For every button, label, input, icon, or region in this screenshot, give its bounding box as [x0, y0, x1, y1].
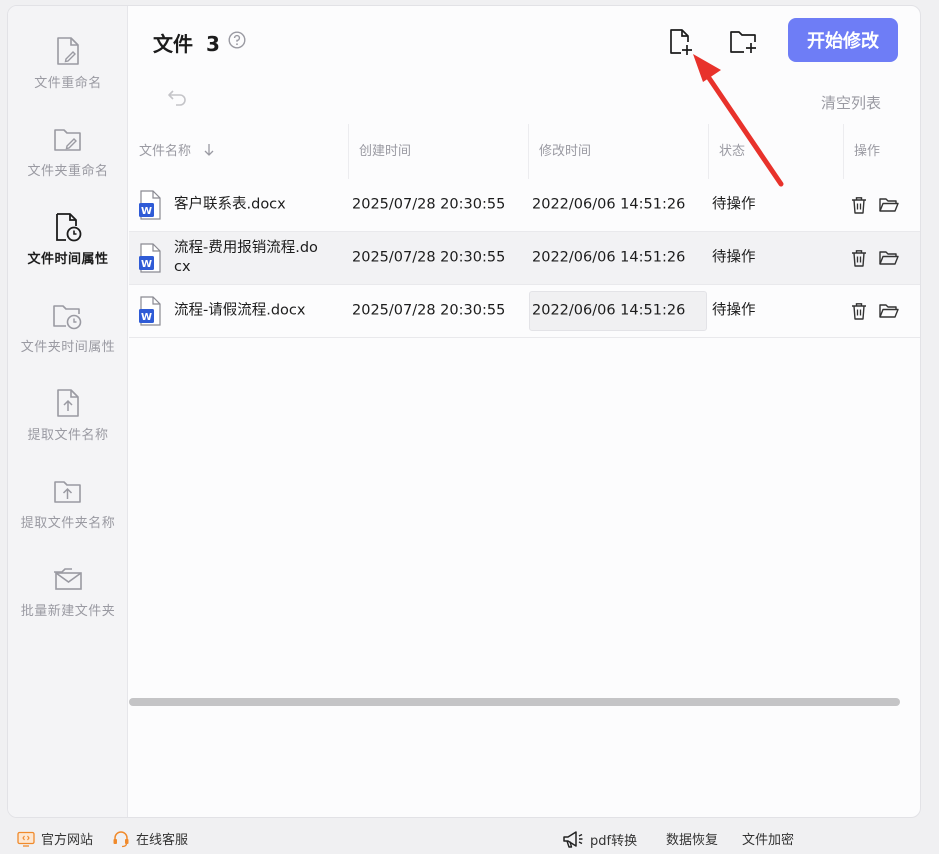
main-panel: 文件 3 开始修改 清空列表 文件名称 创建时间 修改时间 状态 操作 W 客户… — [129, 6, 920, 817]
svg-text:W: W — [141, 312, 152, 323]
start-modify-button[interactable]: 开始修改 — [788, 18, 898, 62]
column-header-status: 状态 — [719, 144, 746, 159]
official-site-label: 官方网站 — [41, 833, 94, 848]
modified-time[interactable]: 2022/06/06 14:51:26 — [532, 302, 685, 321]
file-encrypt-link[interactable]: 文件加密 — [742, 829, 794, 848]
pdf-convert-label: pdf转换 — [590, 833, 638, 849]
file-clock-icon — [56, 213, 82, 242]
title-text: 文件 — [153, 32, 193, 56]
file-name: 流程-费用报销流程.do cx — [174, 239, 344, 277]
modified-time[interactable]: 2022/06/06 14:51:26 — [532, 196, 685, 215]
sidebar-item-label: 提取文件名称 — [27, 428, 109, 443]
created-time: 2025/07/28 20:30:55 — [352, 249, 506, 266]
megaphone-icon — [563, 831, 583, 848]
sidebar-item-label: 文件夹重命名 — [27, 164, 109, 179]
column-header-name[interactable]: 文件名称 — [139, 124, 215, 179]
sidebar-item-batch-new-folder[interactable]: 批量新建文件夹 — [8, 564, 128, 644]
file-name-line-2: cx — [174, 259, 191, 275]
modified-time[interactable]: 2022/06/06 14:51:26 — [532, 249, 685, 268]
sidebar-item-extract-file-name[interactable]: 提取文件名称 — [8, 388, 128, 468]
open-folder-icon[interactable] — [879, 197, 899, 213]
sidebar-item-label: 文件时间属性 — [27, 252, 109, 267]
status-text: 待操作 — [712, 196, 756, 213]
status-text: 待操作 — [712, 302, 756, 319]
pdf-convert-link[interactable]: pdf转换 — [562, 829, 637, 849]
sidebar-item-extract-folder-name[interactable]: 提取文件夹名称 — [8, 476, 128, 556]
online-service-label: 在线客服 — [136, 833, 189, 848]
sidebar-item-file-time[interactable]: 文件时间属性 — [8, 212, 128, 292]
sidebar-item-label: 文件重命名 — [34, 76, 102, 91]
monitor-icon — [17, 831, 35, 847]
open-folder-icon[interactable] — [879, 303, 899, 319]
file-name: 流程-请假流程.docx — [174, 302, 306, 319]
sidebar: 文件重命名 文件夹重命名 文件时间属性 文件夹时间属性 提取文件名称 提取文件夹… — [8, 6, 128, 817]
sidebar-item-label: 文件夹时间属性 — [20, 340, 116, 355]
delete-icon[interactable] — [851, 302, 867, 320]
sidebar-item-folder-time[interactable]: 文件夹时间属性 — [8, 300, 128, 380]
file-count: 3 — [205, 32, 220, 56]
column-header-created: 创建时间 — [359, 144, 412, 159]
column-divider — [708, 124, 709, 179]
table-row[interactable]: W 流程-费用报销流程.do cx 2025/07/28 20:30:55 20… — [129, 232, 920, 285]
created-time: 2025/07/28 20:30:55 — [352, 302, 506, 319]
delete-icon[interactable] — [851, 249, 867, 267]
file-name-line-1: 流程-费用报销流程.do — [174, 240, 318, 256]
status-bar: 官方网站 在线客服 pdf转换 数据恢复 文件加密 — [0, 820, 939, 854]
column-header-modified: 修改时间 — [539, 144, 592, 159]
folder-clock-icon — [53, 305, 82, 330]
created-time: 2025/07/28 20:30:55 — [352, 196, 506, 213]
sidebar-item-file-rename[interactable]: 文件重命名 — [8, 36, 128, 116]
open-folder-icon[interactable] — [879, 250, 899, 266]
status-text: 待操作 — [712, 249, 756, 266]
help-icon[interactable] — [228, 31, 246, 49]
clear-list-button[interactable]: 清空列表 — [821, 92, 881, 113]
word-file-icon: W — [139, 190, 161, 220]
word-file-icon: W — [139, 296, 161, 326]
column-divider — [843, 124, 844, 179]
word-file-icon: W — [139, 243, 161, 273]
sidebar-item-label: 批量新建文件夹 — [20, 604, 116, 619]
sort-down-icon[interactable] — [203, 143, 215, 157]
column-divider — [528, 124, 529, 179]
add-file-icon[interactable] — [668, 28, 694, 56]
file-name: 客户联系表.docx — [174, 196, 286, 213]
undo-icon[interactable] — [167, 88, 189, 106]
table-row[interactable]: W 客户联系表.docx 2025/07/28 20:30:55 2022/06… — [129, 179, 920, 232]
column-header-actions: 操作 — [854, 144, 881, 159]
delete-icon[interactable] — [851, 196, 867, 214]
file-edit-icon — [57, 37, 79, 65]
column-divider — [348, 124, 349, 179]
file-table: 文件名称 创建时间 修改时间 状态 操作 W 客户联系表.docx 2025/0… — [129, 124, 920, 338]
table-row[interactable]: W 流程-请假流程.docx 2025/07/28 20:30:55 2022/… — [129, 285, 920, 338]
app-window: 文件重命名 文件夹重命名 文件时间属性 文件夹时间属性 提取文件名称 提取文件夹… — [7, 5, 921, 818]
official-site-link[interactable]: 官方网站 — [17, 829, 93, 848]
file-upload-icon — [57, 389, 79, 417]
folder-edit-icon — [54, 129, 81, 151]
horizontal-scrollbar[interactable] — [129, 698, 900, 706]
online-service-link[interactable]: 在线客服 — [112, 829, 188, 848]
headset-icon — [113, 830, 129, 847]
table-header: 文件名称 创建时间 修改时间 状态 操作 — [129, 124, 920, 179]
folder-mail-icon — [54, 568, 82, 590]
svg-text:W: W — [141, 259, 152, 270]
sidebar-item-label: 提取文件夹名称 — [20, 516, 116, 531]
page-title: 文件 3 — [153, 28, 220, 57]
svg-text:W: W — [141, 206, 152, 217]
data-recovery-link[interactable]: 数据恢复 — [666, 829, 718, 848]
sidebar-item-folder-rename[interactable]: 文件夹重命名 — [8, 124, 128, 204]
add-folder-icon[interactable] — [729, 28, 759, 56]
folder-upload-icon — [54, 481, 81, 503]
